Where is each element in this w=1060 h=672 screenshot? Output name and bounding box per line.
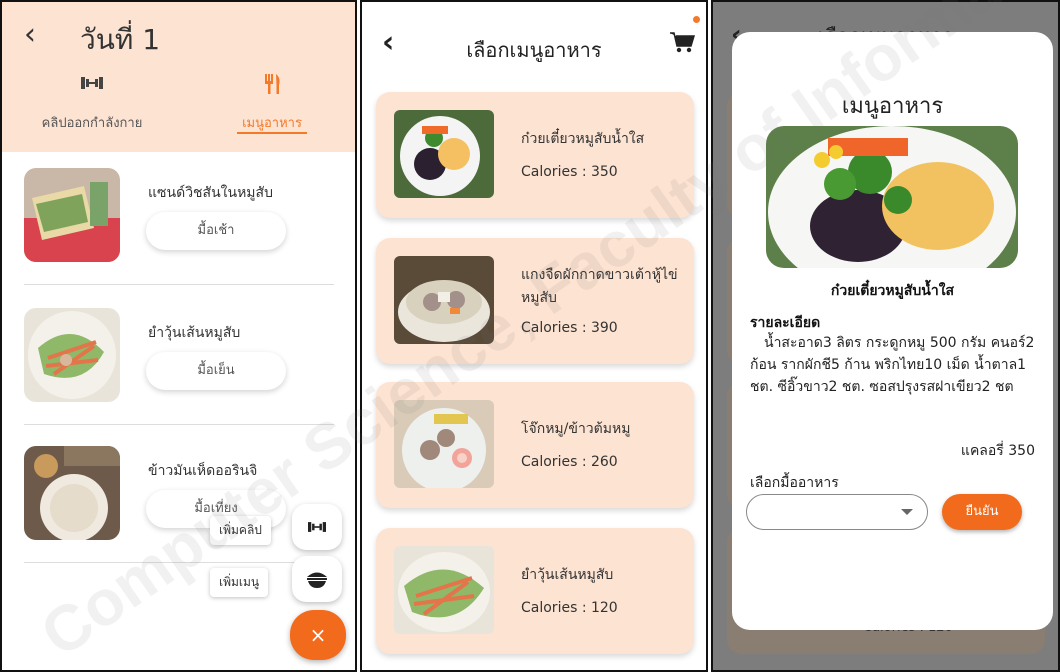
food-thumbnail — [24, 446, 120, 540]
menu-calories: Calories : 260 — [521, 454, 618, 470]
meal-select-label: เลือกมื้ออาหาร — [750, 475, 839, 491]
menu-card[interactable]: โจ๊กหมู/ข้าวต้มหมู Calories : 260 — [376, 382, 694, 508]
food-name: แซนด์วิชสันในหมูสับ — [148, 185, 273, 201]
menu-name: ยำวุ้นเส้นหมูสับ — [521, 567, 614, 583]
menu-detail-dialog-screen: ‹ เลือกเมนูอาหาร Calories : 120 เมนูอาหา… — [711, 0, 1060, 672]
chevron-down-icon — [901, 509, 913, 515]
meal-select[interactable] — [746, 494, 928, 530]
divider — [24, 424, 334, 425]
confirm-button[interactable]: ยืนยัน — [942, 494, 1022, 530]
tab-label: คลิปออกกำลังกาย — [41, 116, 143, 131]
menu-name: แกงจืดผักกาดขาวเต้าหู้ไข่หมูสับ — [521, 267, 678, 306]
close-icon: × — [309, 623, 327, 647]
dish-name: ก๋วยเตี๋ยวหมูสับน้ำใส — [830, 283, 955, 299]
food-name: ข้าวมันเห็ดออรินจิ — [148, 463, 258, 479]
food-bowl-icon — [305, 568, 329, 589]
meal-type-badge[interactable]: มื้อเช้า — [146, 212, 286, 250]
day-header: ‹ วันที่ 1 คลิปออกกำลังกาย เมนูอาหาร — [2, 2, 355, 152]
cart-icon[interactable] — [668, 30, 696, 54]
close-fab-button[interactable]: × — [290, 610, 346, 660]
food-thumbnail — [394, 110, 494, 198]
divider — [24, 284, 334, 285]
dumbbell-icon — [12, 72, 172, 102]
food-thumbnail — [394, 256, 494, 344]
food-thumbnail — [24, 168, 120, 262]
menu-card[interactable]: ก๋วยเตี๋ยวหมูสับน้ำใส Calories : 350 — [376, 92, 694, 218]
active-tab-indicator — [237, 132, 307, 134]
menu-name: โจ๊กหมู/ข้าวต้มหมู — [521, 421, 631, 437]
tab-workout-clips[interactable]: คลิปออกกำลังกาย — [12, 72, 172, 133]
page-title: เลือกเมนูอาหาร — [466, 38, 602, 62]
calories-value: แคลอรี่ 350 — [960, 443, 1035, 459]
app-header: ‹ เลือกเมนูอาหาร — [362, 2, 706, 80]
list-item[interactable]: ยำวุ้นเส้นหมูสับ มื้อเย็น — [24, 308, 336, 408]
food-thumbnail — [394, 400, 494, 488]
add-menu-label: เพิ่มเมนู — [210, 568, 269, 597]
back-button[interactable]: ‹ — [24, 20, 36, 50]
add-clip-label: เพิ่มคลิป — [210, 516, 271, 545]
menu-calories: Calories : 120 — [521, 600, 618, 616]
food-name: ยำวุ้นเส้นหมูสับ — [148, 325, 241, 341]
food-thumbnail — [394, 546, 494, 634]
fork-knife-icon — [192, 72, 352, 102]
menu-card[interactable]: แกงจืดผักกาดขาวเต้าหู้ไข่หมูสับ Calories… — [376, 238, 694, 364]
add-clip-button[interactable] — [292, 504, 342, 550]
notification-dot — [693, 16, 700, 23]
meal-type-badge[interactable]: มื้อเย็น — [146, 352, 286, 390]
page-title: วันที่ 1 — [80, 23, 161, 56]
recipe-detail: น้ำสะอาด3 ลิตร กระดูกหมู 500 กรัม คนอร์2… — [750, 335, 1035, 395]
dumbbell-icon — [304, 516, 330, 537]
dialog-title: เมนูอาหาร — [841, 94, 944, 119]
menu-name: ก๋วยเตี๋ยวหมูสับน้ำใส — [521, 131, 645, 147]
menu-calories: Calories : 350 — [521, 164, 618, 180]
list-item[interactable]: ข้าวมันเห็ดออรินจิ มื้อเที่ยง — [24, 446, 336, 546]
list-item[interactable]: แซนด์วิชสันในหมูสับ มื้อเช้า — [24, 168, 336, 268]
tab-label: เมนูอาหาร — [242, 116, 302, 131]
day-plan-screen: ‹ วันที่ 1 คลิปออกกำลังกาย เมนูอาหาร แซน… — [0, 0, 357, 672]
menu-card[interactable]: ยำวุ้นเส้นหมูสับ Calories : 120 — [376, 528, 694, 654]
menu-detail-dialog: เมนูอาหาร ก๋วยเตี๋ยวหมูสับน้ำใส รายละเอี… — [732, 32, 1053, 630]
dish-image — [766, 126, 1018, 268]
tab-food-menu[interactable]: เมนูอาหาร — [192, 72, 352, 134]
divider — [24, 562, 334, 563]
select-menu-screen: ‹ เลือกเมนูอาหาร ก๋วยเตี๋ยวหมูสับน้ำใส C… — [360, 0, 708, 672]
add-menu-button[interactable] — [292, 556, 342, 602]
detail-heading: รายละเอียด — [750, 315, 821, 331]
food-thumbnail — [24, 308, 120, 402]
menu-calories: Calories : 390 — [521, 320, 618, 336]
